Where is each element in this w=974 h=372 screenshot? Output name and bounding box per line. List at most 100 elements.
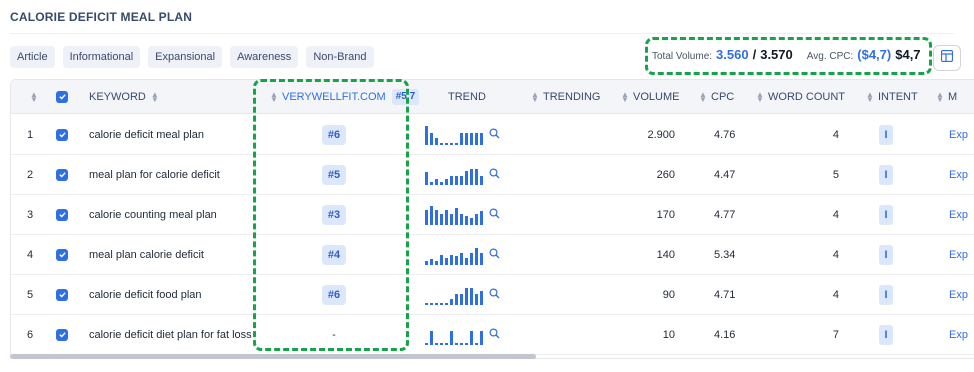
sort-icon[interactable]: ▲ ▼ — [25, 80, 42, 113]
trend-bar — [475, 132, 478, 145]
tag-informational[interactable]: Informational — [62, 46, 141, 68]
row-checkbox[interactable] — [56, 115, 68, 154]
check-icon — [56, 128, 68, 141]
trend-bar — [460, 252, 463, 265]
cpc-value: 4.71 — [714, 288, 736, 301]
trend-bar — [475, 342, 478, 345]
column-volume[interactable]: ▲ ▼ VOLUME — [616, 80, 679, 113]
row-checkbox[interactable] — [56, 275, 68, 314]
sort-icon: ▲ ▼ — [270, 89, 278, 104]
table-row[interactable]: 5 calorie deficit food plan #6 90 4.71 4 I Exp — [11, 275, 974, 315]
trend-bar — [465, 257, 468, 265]
row-checkbox[interactable] — [56, 155, 68, 194]
table-layout-button[interactable] — [933, 45, 961, 71]
word-count-value: 5 — [832, 168, 839, 181]
search-icon[interactable] — [489, 167, 500, 182]
sort-icon: ▲ ▼ — [150, 89, 159, 104]
more-link[interactable]: Exp — [949, 275, 968, 314]
check-icon — [56, 328, 68, 341]
column-domain[interactable]: ▲ ▼ VERYWELLFIT.COM #5.7 — [265, 80, 420, 113]
search-icon[interactable] — [489, 247, 500, 262]
search-icon[interactable] — [489, 207, 500, 222]
sort-icon: ▲ ▼ — [531, 89, 539, 104]
rank-badge: #6 — [322, 284, 346, 305]
keyword-text[interactable]: meal plan calorie deficit — [89, 235, 204, 274]
keyword-text[interactable]: calorie counting meal plan — [89, 195, 217, 234]
intent-badge[interactable]: I — [879, 244, 893, 265]
column-word-count[interactable]: ▲ ▼ WORD COUNT — [751, 80, 845, 113]
row-checkbox[interactable] — [56, 235, 68, 274]
row-checkbox[interactable] — [56, 315, 68, 354]
horizontal-scrollbar[interactable] — [10, 354, 536, 359]
trend-bar — [445, 142, 448, 145]
column-trend[interactable]: TREND — [448, 80, 486, 113]
trend-bar — [435, 178, 438, 185]
row-number: 1 — [27, 128, 34, 141]
check-icon — [56, 208, 68, 221]
trend-bar — [455, 175, 458, 185]
select-all-checkbox[interactable] — [56, 80, 68, 113]
more-link[interactable]: Exp — [949, 315, 968, 354]
intent-badge[interactable]: I — [879, 324, 893, 345]
keyword-text[interactable]: calorie deficit diet plan for fat loss — [89, 315, 252, 354]
intent-cell: I — [879, 195, 893, 234]
keyword-text[interactable]: meal plan for calorie deficit — [89, 155, 220, 194]
trend-bar — [430, 132, 433, 145]
row-checkbox[interactable] — [56, 195, 68, 234]
trend-bar — [465, 132, 468, 145]
trend-cell — [425, 195, 500, 234]
tag-expansional[interactable]: Expansional — [148, 46, 223, 68]
keyword-text[interactable]: calorie deficit meal plan — [89, 115, 204, 154]
trend-sparkline — [425, 125, 483, 145]
tag-non-brand[interactable]: Non-Brand — [306, 46, 374, 68]
column-domain-label: VERYWELLFIT.COM — [282, 90, 386, 103]
intent-cell: I — [879, 155, 893, 194]
total-volume-separator: / — [752, 47, 757, 62]
check-icon — [56, 168, 68, 181]
column-cpc[interactable]: ▲ ▼ CPC — [694, 80, 734, 113]
column-trending-label: TRENDING — [543, 90, 601, 103]
word-count-value: 4 — [832, 288, 839, 301]
trend-bar — [440, 254, 443, 265]
intent-badge[interactable]: I — [879, 204, 893, 225]
rank-empty: - — [332, 328, 336, 341]
more-link[interactable]: Exp — [949, 115, 968, 154]
row-number: 5 — [27, 288, 34, 301]
trend-bar — [470, 217, 473, 225]
column-trending[interactable]: ▲ ▼ TRENDING — [526, 80, 600, 113]
intent-badge[interactable]: I — [879, 124, 893, 145]
column-intent[interactable]: ▲ ▼ INTENT — [861, 80, 918, 113]
avg-cpc-total: $4,7 — [895, 47, 921, 62]
tag-awareness[interactable]: Awareness — [230, 46, 299, 68]
table-row[interactable]: 3 calorie counting meal plan #3 170 4.77 4 I Ex… — [11, 195, 974, 235]
trend-bar — [430, 302, 433, 305]
column-keyword[interactable]: KEYWORD ▲ ▼ — [89, 80, 163, 113]
intent-badge[interactable]: I — [879, 284, 893, 305]
trend-bar — [470, 330, 473, 345]
column-more[interactable]: ▲ ▼ M — [931, 80, 957, 113]
tag-article[interactable]: Article — [10, 46, 55, 68]
more-link[interactable]: Exp — [949, 155, 968, 194]
search-icon[interactable] — [489, 127, 500, 142]
table-row[interactable]: 1 calorie deficit meal plan #6 2.900 4.76 4 I E… — [11, 115, 974, 155]
cpc-value: 4.77 — [714, 208, 736, 221]
row-number: 6 — [27, 328, 34, 341]
more-link[interactable]: Exp — [949, 195, 968, 234]
keyword-text[interactable]: calorie deficit food plan — [89, 275, 202, 314]
column-volume-label: VOLUME — [633, 90, 680, 103]
trend-bar — [440, 342, 443, 345]
keyword-table: ▲ ▼ KEYWORD ▲ ▼ ▲ ▼ VERYWELLFIT.COM #5.7 TRE… — [10, 79, 974, 359]
table-layout-icon — [940, 49, 954, 67]
trend-bar — [430, 330, 433, 345]
trend-bar — [460, 213, 463, 225]
table-row[interactable]: 6 calorie deficit diet plan for fat loss -… — [11, 315, 974, 355]
trend-bar — [475, 168, 478, 185]
trend-bar — [475, 293, 478, 305]
intent-cell: I — [879, 235, 893, 274]
table-row[interactable]: 4 meal plan calorie deficit #4 140 5.34 4 I Exp — [11, 235, 974, 275]
more-link[interactable]: Exp — [949, 235, 968, 274]
search-icon[interactable] — [489, 287, 500, 302]
table-row[interactable]: 2 meal plan for calorie deficit #5 260 4.47 5… — [11, 155, 974, 195]
search-icon[interactable] — [489, 327, 500, 342]
intent-badge[interactable]: I — [879, 164, 893, 185]
